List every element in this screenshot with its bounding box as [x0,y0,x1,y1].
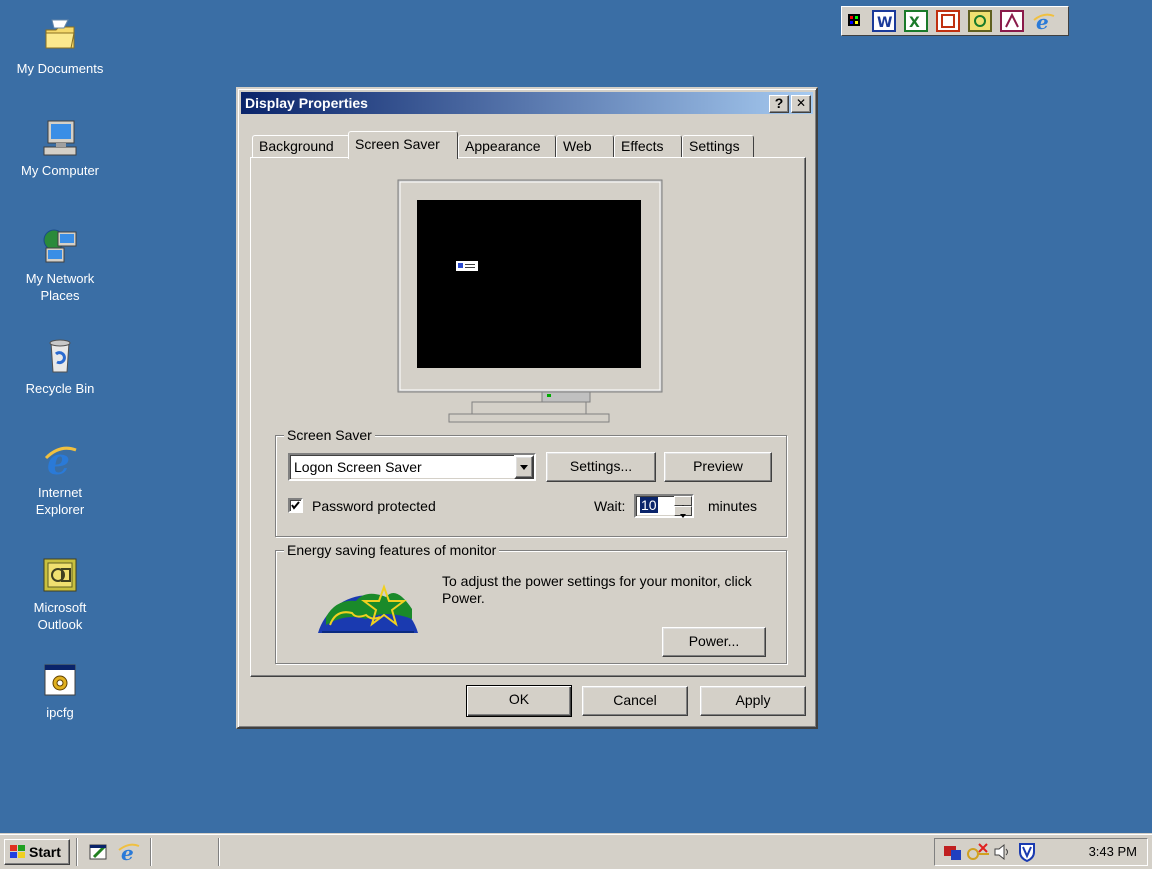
network-icon [43,229,77,263]
password-protected-label[interactable]: Password protected [312,498,436,514]
desktop-icon-label: Microsoft Outlook [33,600,87,632]
wait-label: Wait: [594,498,626,514]
title-bar[interactable]: Display Properties ? ✕ [241,92,813,114]
folder-icon [45,19,75,49]
settings-button[interactable]: Settings... [546,452,656,482]
desktop-icon-ipcfg[interactable]: ipcfg [5,660,115,721]
desktop-icon-label: Recycle Bin [25,381,95,396]
tab-background[interactable]: Background [252,135,350,158]
application-window-icon [44,664,76,696]
monitor-preview [397,179,663,423]
chevron-down-icon [520,465,528,470]
desktop-icon-recycle-bin[interactable]: Recycle Bin [5,336,115,397]
security-key-icon[interactable] [965,842,991,862]
office-menu-icon[interactable] [846,10,862,32]
network-status-icon[interactable] [943,842,963,862]
start-label: Start [29,844,61,860]
tab-web[interactable]: Web [556,135,614,158]
checkmark-icon [291,501,300,510]
outlook-icon [43,558,77,592]
energy-saving-group-label: Energy saving features of monitor [284,542,500,558]
tab-settings[interactable]: Settings [682,135,754,158]
help-button[interactable]: ? [769,95,789,113]
word-icon[interactable]: W [872,10,896,32]
desktop-icon-my-computer[interactable]: My Computer [5,118,115,179]
clock[interactable]: 3:43 PM [1089,839,1137,865]
preview-button[interactable]: Preview [664,452,772,482]
logon-screensaver-icon [456,261,478,271]
spin-up-button[interactable] [674,496,692,509]
desktop-icon-label: Internet Explorer [35,485,85,517]
show-desktop-icon[interactable] [88,841,110,863]
desktop-icon-label: ipcfg [46,705,74,720]
screen-saver-select[interactable]: Logon Screen Saver [288,453,536,481]
screen-saver-group-label: Screen Saver [284,427,375,443]
taskbar-separator [150,838,152,866]
taskbar-separator [76,838,78,866]
tab-appearance[interactable]: Appearance [458,135,556,158]
svg-text:X: X [909,15,920,31]
office-shortcut-bar: W X e [841,6,1069,36]
svg-text:e: e [1036,10,1049,32]
screen-saver-group: Screen Saver Logon Screen Saver Settings… [275,427,787,537]
minutes-label: minutes [708,498,758,514]
wait-value: 10 [640,497,658,513]
svg-text:W: W [877,15,892,31]
antivirus-shield-icon[interactable] [1017,842,1037,862]
cancel-button[interactable]: Cancel [582,686,688,716]
wait-minutes-spinbox[interactable]: 10 [634,494,694,518]
start-button[interactable]: Start [4,839,70,865]
power-button[interactable]: Power... [662,627,766,657]
internet-explorer-icon: e [44,441,77,480]
computer-icon [43,120,77,156]
outlook-icon[interactable] [968,10,992,32]
display-properties-window: Display Properties ? ✕ Background Screen… [236,87,818,729]
desktop-icon-label: My Network Places [25,271,95,303]
desktop-icon-label: My Computer [20,163,100,178]
internet-explorer-icon[interactable]: e [1032,10,1056,34]
taskbar: Start e 3:43 PM [0,833,1152,869]
internet-explorer-quicklaunch-icon[interactable]: e [118,841,140,863]
spin-down-button[interactable] [674,506,692,518]
desktop-icon-my-network-places[interactable]: My Network Places [5,226,115,304]
desktop-icon-microsoft-outlook[interactable]: Microsoft Outlook [5,555,115,633]
powerpoint-icon[interactable] [936,10,960,32]
excel-icon[interactable]: X [904,10,928,32]
password-protected-checkbox[interactable] [288,498,303,513]
energy-star-logo [318,584,418,633]
close-button[interactable]: ✕ [791,95,811,113]
ok-button[interactable]: OK [466,685,572,717]
screen-saver-tab-panel: Screen Saver Logon Screen Saver Settings… [250,157,806,677]
window-title: Display Properties [245,95,368,111]
desktop-icon-my-documents[interactable]: My Documents [5,16,115,77]
taskbar-separator [218,838,220,866]
energy-info-text: To adjust the power settings for your mo… [442,573,752,606]
apply-button[interactable]: Apply [700,686,806,716]
arrow-down-icon [680,514,686,518]
dropdown-arrow-button[interactable] [514,455,534,479]
desktop-icon-internet-explorer[interactable]: e Internet Explorer [5,440,115,518]
system-tray: 3:43 PM [934,838,1148,866]
recycle-bin-icon [49,339,71,373]
tab-screen-saver[interactable]: Screen Saver [348,131,458,159]
energy-saving-group: Energy saving features of monitor To adj… [275,542,787,664]
desktop-icon-label: My Documents [16,61,104,76]
tab-effects[interactable]: Effects [614,135,682,158]
access-icon[interactable] [1000,10,1024,32]
volume-speaker-icon[interactable] [993,842,1013,862]
screen-saver-selected-value: Logon Screen Saver [294,459,422,475]
windows-logo-icon [10,845,25,858]
